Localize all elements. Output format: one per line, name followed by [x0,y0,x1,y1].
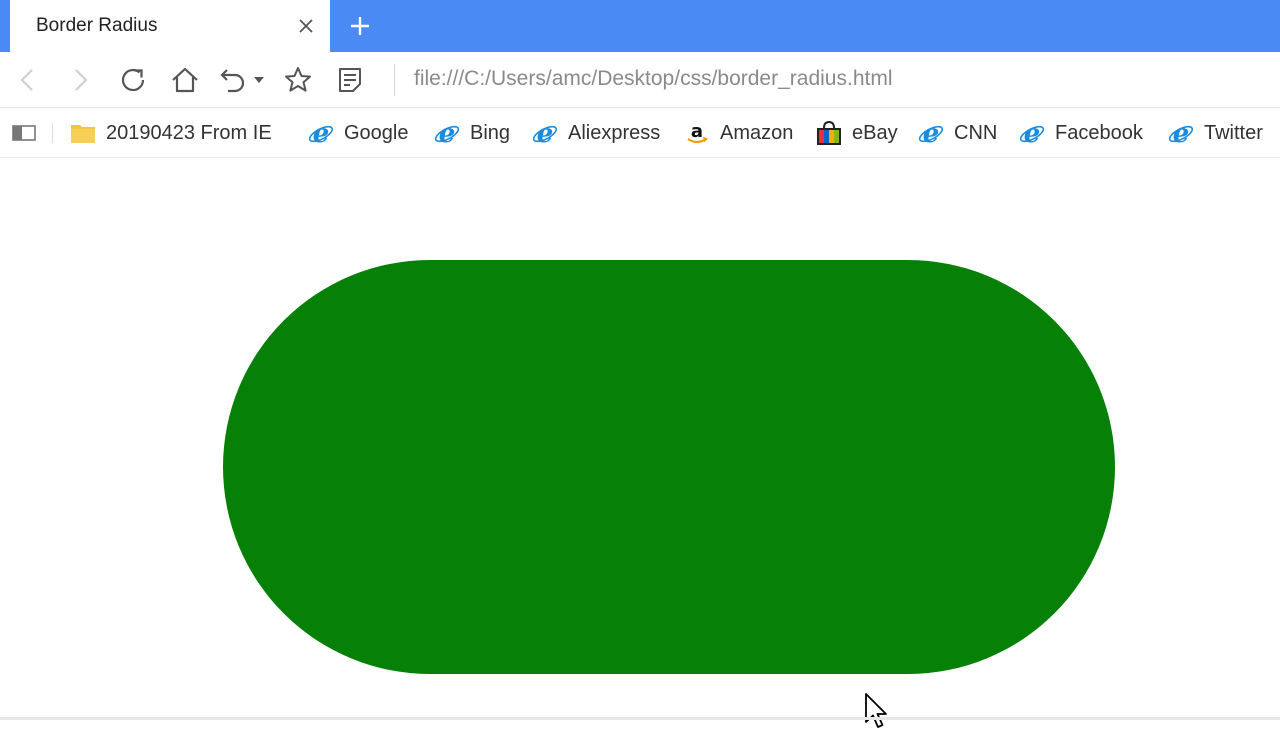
svg-text:a: a [691,121,703,142]
reader-mode-icon[interactable] [334,64,366,96]
undo-icon[interactable] [218,64,250,96]
tab-title: Border Radius [36,15,158,36]
bookmark-amazon[interactable]: a Amazon [684,118,793,148]
svg-text:e: e [537,120,554,146]
bookmark-label: Google [344,121,409,144]
ie-icon: e [308,120,334,146]
bookmark-ebay[interactable]: eBay [816,118,898,148]
address-bar[interactable]: file:///C:/Users/amc/Desktop/css/border_… [414,67,893,91]
ebay-icon [816,120,842,146]
bookmark-label: Twitter [1204,121,1263,144]
bookmark-label: 20190423 From IE [106,121,272,144]
rounded-green-box [223,260,1115,674]
ie-icon: e [918,120,944,146]
svg-text:e: e [1173,120,1190,146]
bookmark-cnn[interactable]: e CNN [918,118,997,148]
bookmark-label: Aliexpress [568,121,661,144]
bookmarks-bar: 20190423 From IE e Google e Bing e Aliex… [0,108,1280,158]
chevron-down-icon[interactable] [250,64,268,96]
tab-strip: Border Radius [0,0,1280,52]
home-icon[interactable] [169,64,201,96]
ie-icon: e [1168,120,1194,146]
bookmark-20190423-from-ie[interactable]: 20190423 From IE [70,118,272,148]
bookmark-label: CNN [954,121,998,144]
star-icon[interactable] [282,64,314,96]
svg-text:e: e [923,120,940,146]
refresh-icon[interactable] [117,64,149,96]
bookmark-aliexpress[interactable]: e Aliexpress [532,118,660,148]
sidebar-toggle-icon[interactable] [12,124,36,142]
mouse-cursor-icon [864,692,888,730]
plus-icon[interactable] [348,14,372,38]
svg-text:e: e [313,120,330,146]
page-content [0,158,1280,728]
ie-icon: e [1019,120,1045,146]
svg-text:e: e [1024,120,1041,146]
bookmarks-divider [52,123,53,143]
tab-border-radius[interactable]: Border Radius [10,0,330,52]
navbar-separator [394,64,395,96]
bookmark-google[interactable]: e Google [308,118,409,148]
bookmark-label: Amazon [720,121,794,144]
ie-icon: e [434,120,460,146]
navigation-bar: file:///C:/Users/amc/Desktop/css/border_… [0,52,1280,108]
close-icon[interactable] [296,16,316,36]
bookmark-twitter[interactable]: e Twitter [1168,118,1263,148]
folder-icon [70,120,96,146]
back-icon[interactable] [12,64,44,96]
forward-icon[interactable] [64,64,96,96]
ie-icon: e [532,120,558,146]
svg-text:e: e [439,120,456,146]
amazon-icon: a [684,120,710,146]
bookmark-label: eBay [852,121,898,144]
bookmark-facebook[interactable]: e Facebook [1019,118,1143,148]
bookmark-label: Bing [470,121,511,144]
bookmark-bing[interactable]: e Bing [434,118,510,148]
bookmark-label: Facebook [1055,121,1143,144]
